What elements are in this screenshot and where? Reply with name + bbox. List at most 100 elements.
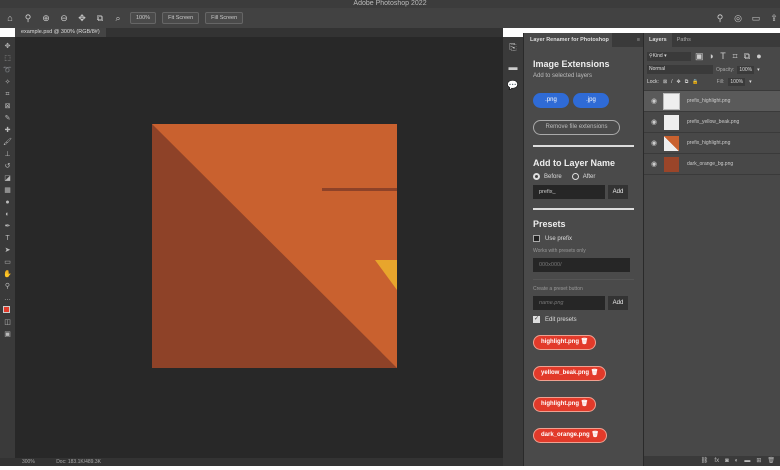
zoom-in-icon[interactable]: ⊕ xyxy=(40,12,52,24)
healing-icon[interactable]: ✚ xyxy=(3,125,12,136)
magic-wand-icon[interactable]: ✧ xyxy=(3,77,12,88)
jpg-button[interactable]: .jpg xyxy=(573,93,609,108)
lock-pixels-icon[interactable]: ⊠ xyxy=(663,79,667,85)
layer-row[interactable]: ◉ prefix_highlight.png xyxy=(644,133,780,154)
preset-chip[interactable]: dark_orange.png 🗑 xyxy=(533,423,634,443)
use-prefix-checkbox[interactable] xyxy=(533,235,540,242)
workspace-icon[interactable]: ▭ xyxy=(750,12,762,24)
new-layer-icon[interactable]: ⊞ xyxy=(756,456,761,466)
path-select-icon[interactable]: ➤ xyxy=(3,245,12,256)
add-preset-button[interactable]: Add xyxy=(608,296,628,310)
blend-mode-select[interactable]: Normal xyxy=(647,65,713,74)
before-radio[interactable] xyxy=(533,173,540,180)
crop-tool-icon[interactable]: ⌗ xyxy=(3,89,12,100)
marquee-tool-icon[interactable]: ⬚ xyxy=(3,53,12,64)
preset-name-input[interactable]: name.png xyxy=(533,296,605,310)
quick-mask-icon[interactable]: ◫ xyxy=(3,317,12,328)
adjustment-filter-icon[interactable]: ◑ xyxy=(707,50,715,62)
properties-icon[interactable]: ▬ xyxy=(507,61,519,73)
png-button[interactable]: .png xyxy=(533,93,569,108)
comments-icon[interactable]: 💬 xyxy=(507,79,519,91)
layer-row[interactable]: ◉ prefix_highlight.png xyxy=(644,91,780,112)
shape-tool-icon[interactable]: ▭ xyxy=(3,257,12,268)
more-tools-icon[interactable]: … xyxy=(3,293,12,304)
preset-chip[interactable]: yellow_beak.png 🗑 xyxy=(533,361,634,381)
hand-tool-icon[interactable]: ✋ xyxy=(3,269,12,280)
type-tool-icon[interactable]: T xyxy=(3,233,12,244)
eye-icon[interactable]: ◉ xyxy=(648,139,660,147)
kind-filter[interactable]: ⚲Kind ▾ xyxy=(647,51,691,61)
fx-icon[interactable]: fx xyxy=(714,456,719,466)
shape-filter-icon[interactable]: ⌗ xyxy=(731,50,739,62)
eye-icon[interactable]: ◉ xyxy=(648,160,660,168)
preset-chip[interactable]: highlight.png 🗑 xyxy=(533,330,634,350)
tab-layers[interactable]: Layers xyxy=(644,33,672,47)
layer-name[interactable]: prefix_highlight.png xyxy=(687,140,730,146)
filter-toggle-icon[interactable]: ● xyxy=(755,50,763,62)
after-radio[interactable] xyxy=(571,173,579,180)
artwork[interactable] xyxy=(152,124,397,368)
mask-icon[interactable]: ◙ xyxy=(725,456,729,466)
type-filter-icon[interactable]: T xyxy=(719,50,727,62)
eraser-icon[interactable]: ◪ xyxy=(3,173,12,184)
lock-artboard-icon[interactable]: ⧉ xyxy=(685,79,689,85)
fill-input[interactable]: 100% xyxy=(728,78,746,86)
search-icon[interactable]: ⚲ xyxy=(714,12,726,24)
trash-icon[interactable]: 🗑 xyxy=(581,339,589,345)
trash-icon[interactable]: 🗑 xyxy=(581,401,589,407)
zoom-all-icon[interactable]: ⌕ xyxy=(112,12,124,24)
pixel-filter-icon[interactable]: ▣ xyxy=(695,50,704,62)
add-prefix-button[interactable]: Add xyxy=(608,185,628,199)
group-icon[interactable]: ▬ xyxy=(744,456,750,466)
scrubby-zoom-icon[interactable]: ✥ xyxy=(76,12,88,24)
home-icon[interactable]: ⌂ xyxy=(4,12,16,24)
edit-presets-checkbox[interactable]: ✓ xyxy=(533,316,540,323)
zoom-tool-icon[interactable]: ⚲ xyxy=(22,12,34,24)
panel-menu-icon[interactable]: ≡ xyxy=(637,33,640,47)
eyedropper-icon[interactable]: ✎ xyxy=(3,113,12,124)
plugin-panel-icon[interactable]: ⎘ xyxy=(507,41,519,53)
eye-icon[interactable]: ◉ xyxy=(648,97,660,105)
zoom-100-button[interactable]: 100% xyxy=(130,12,157,24)
doc-size[interactable]: Doc: 183.1K/489.3K xyxy=(56,459,101,465)
blur-icon[interactable]: ● xyxy=(3,197,12,208)
zoom-tool-icon[interactable]: ⚲ xyxy=(3,281,12,292)
document-tab[interactable]: example.psd @ 300% (RGB/8#) xyxy=(15,28,106,37)
remove-extensions-button[interactable]: Remove file extensions xyxy=(533,120,620,135)
fill-screen-button[interactable]: Fill Screen xyxy=(205,12,244,24)
lock-all-icon[interactable]: 🔒 xyxy=(692,79,698,85)
zoom-out-icon[interactable]: ⊖ xyxy=(58,12,70,24)
brush-tool-icon[interactable]: 🖌 xyxy=(3,137,12,148)
layer-row[interactable]: ◉ prefix_yellow_beak.png xyxy=(644,112,780,133)
pattern-input[interactable]: 000x000/ xyxy=(533,258,630,272)
prefix-input[interactable]: prefix_ xyxy=(533,185,605,199)
color-swatches-icon[interactable] xyxy=(3,305,13,316)
opacity-input[interactable]: 100% xyxy=(737,65,755,74)
eye-icon[interactable]: ◉ xyxy=(648,118,660,126)
share-icon[interactable]: ⇪ xyxy=(768,12,780,24)
layer-name[interactable]: prefix_highlight.png xyxy=(687,98,730,104)
lock-paint-icon[interactable]: / xyxy=(671,79,672,85)
resize-windows-icon[interactable]: ⧉ xyxy=(94,12,106,24)
pen-tool-icon[interactable]: ✒ xyxy=(3,221,12,232)
lock-position-icon[interactable]: ✥ xyxy=(677,79,681,85)
dodge-icon[interactable]: ◐ xyxy=(3,209,12,220)
zoom-level[interactable]: 300% xyxy=(22,459,35,465)
trash-icon[interactable]: 🗑 xyxy=(591,370,599,376)
screen-mode-icon[interactable]: ▣ xyxy=(3,329,12,340)
layer-name[interactable]: dark_orange_bg.png xyxy=(687,161,733,167)
fit-screen-button[interactable]: Fit Screen xyxy=(162,12,200,24)
layer-name[interactable]: prefix_yellow_beak.png xyxy=(687,119,739,125)
gradient-icon[interactable]: ▦ xyxy=(3,185,12,196)
history-brush-icon[interactable]: ↺ xyxy=(3,161,12,172)
preset-chip[interactable]: highlight.png 🗑 xyxy=(533,392,634,412)
stamp-tool-icon[interactable]: ⊥ xyxy=(3,149,12,160)
tab-paths[interactable]: Paths xyxy=(672,33,696,47)
trash-icon[interactable]: 🗑 xyxy=(591,432,599,438)
move-tool-icon[interactable]: ✥ xyxy=(3,41,12,52)
frame-tool-icon[interactable]: ⊠ xyxy=(3,101,12,112)
smart-object-filter-icon[interactable]: ⧉ xyxy=(743,50,751,62)
lasso-tool-icon[interactable]: ➰ xyxy=(3,65,12,76)
layer-row[interactable]: ◉ dark_orange_bg.png xyxy=(644,154,780,175)
trash-icon[interactable]: 🗑 xyxy=(767,456,775,466)
